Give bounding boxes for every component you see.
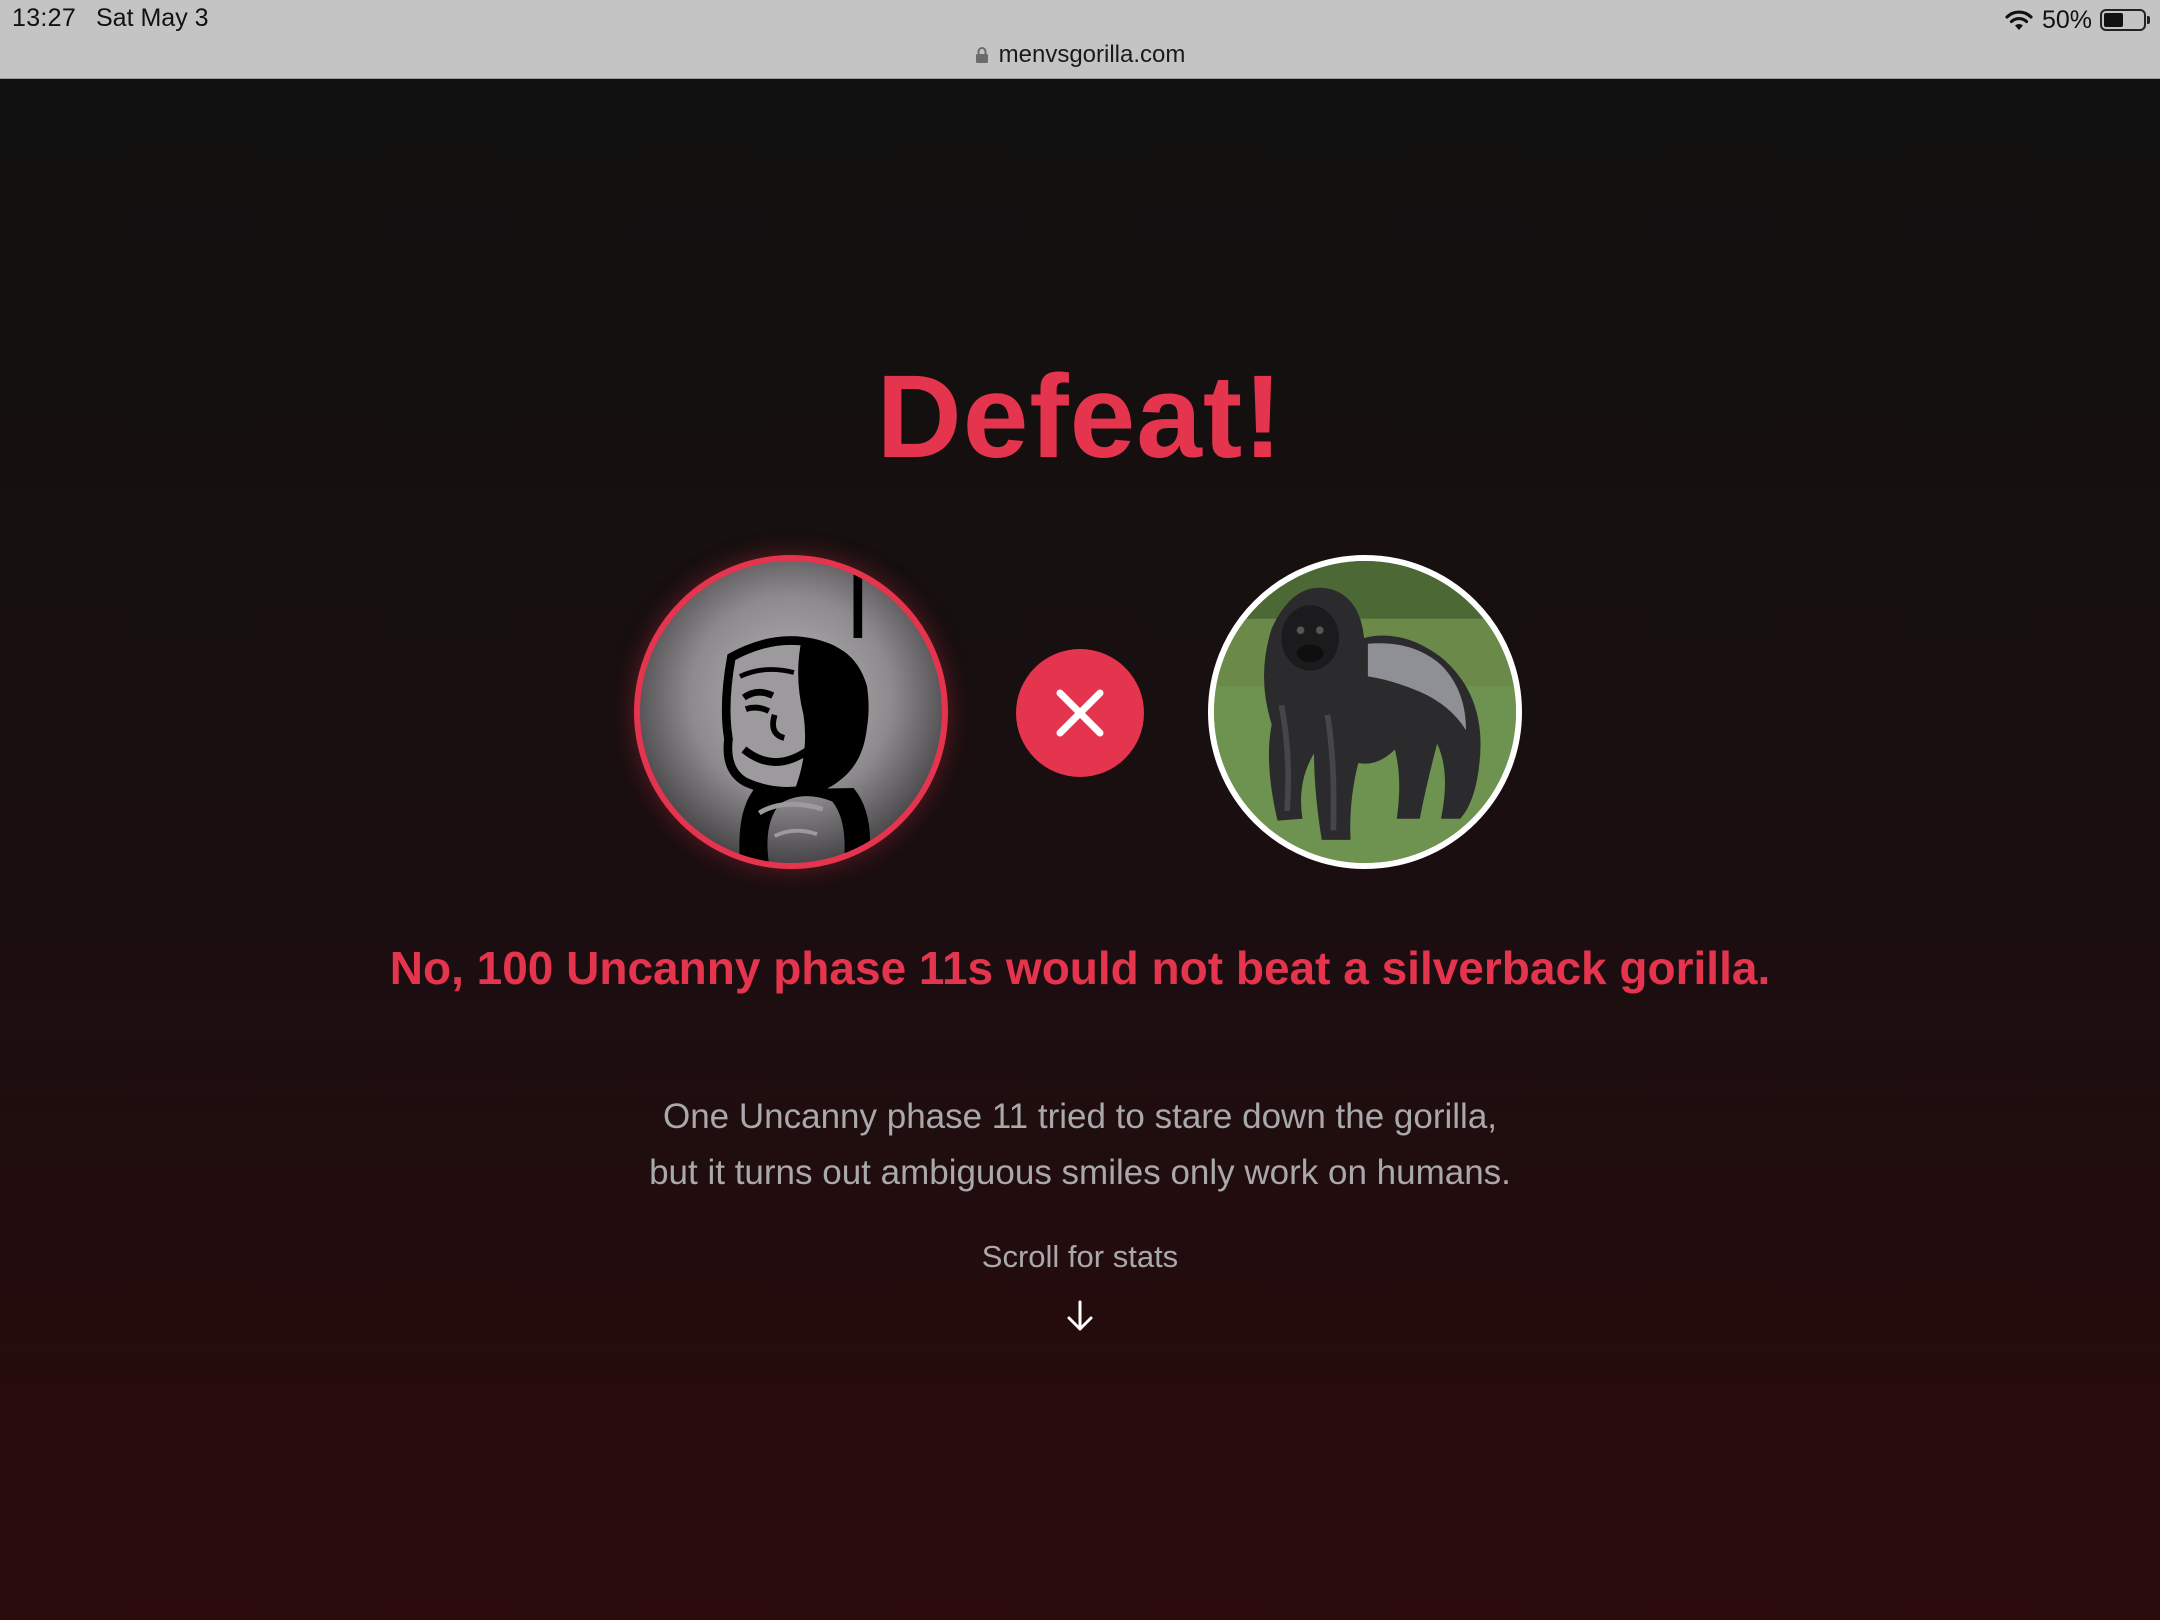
close-x-icon[interactable] <box>1016 649 1144 777</box>
result-page: Defeat! No, 100 Uncanny phase 11s would … <box>0 79 2160 1620</box>
result-headline: No, 100 Uncanny phase 11s would not beat… <box>389 942 1771 994</box>
result-title: Defeat! <box>876 351 1284 483</box>
status-bar: 13:27 Sat May 3 50% menvsgorilla.com <box>0 0 2160 79</box>
gorilla-avatar <box>1208 555 1522 869</box>
description-line: One Uncanny phase 11 tried to stare down… <box>662 1097 1498 1136</box>
url-text[interactable]: menvsgorilla.com <box>999 41 1186 69</box>
status-indicators: 50% <box>2004 4 2150 36</box>
scroll-for-stats-link[interactable]: Scroll for stats <box>0 1239 2160 1275</box>
result-description: One Uncanny phase 11 tried to stare down… <box>0 1089 2160 1201</box>
arrow-down-icon[interactable] <box>1064 1299 1096 1333</box>
wifi-icon <box>2004 8 2034 32</box>
status-date: Sat May 3 <box>96 4 209 32</box>
address-bar[interactable]: menvsgorilla.com <box>0 40 2160 70</box>
description-line: but it turns out ambiguous smiles only w… <box>649 1153 1511 1192</box>
lock-icon <box>975 46 989 64</box>
uncanny-face-avatar <box>634 555 948 869</box>
battery-percentage: 50% <box>2041 5 2092 34</box>
battery-icon <box>2100 9 2150 31</box>
battery-level-fill <box>2104 13 2123 27</box>
status-time: 13:27 <box>12 4 77 32</box>
